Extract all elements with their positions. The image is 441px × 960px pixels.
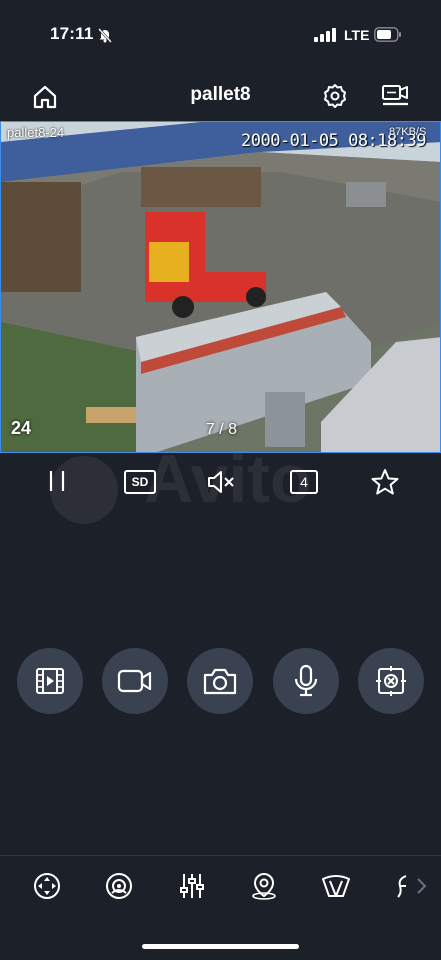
settings-icon[interactable] <box>322 83 348 109</box>
quality-sd-button[interactable]: SD <box>124 470 156 494</box>
split-screen-button[interactable]: 4 <box>290 470 318 494</box>
microphone-icon <box>294 664 318 697</box>
playback-controls: SD 4 <box>0 462 441 502</box>
bell-off-icon <box>98 28 112 43</box>
camera-list-icon[interactable] <box>381 83 411 109</box>
pause-icon[interactable] <box>46 468 68 494</box>
close-window-button[interactable] <box>358 648 424 714</box>
network-type: LTE <box>344 27 370 43</box>
live-video-view[interactable]: pallet8-24 2000-01-05 08:18:39 87KB/S 24… <box>0 121 441 453</box>
sliders-adjust-icon[interactable] <box>177 871 207 901</box>
chevron-right-icon[interactable] <box>414 876 428 896</box>
video-playback-icon <box>36 668 64 694</box>
page-title: pallet8 <box>190 84 251 105</box>
camera-feed-image <box>1 122 440 452</box>
status-time: 17:11 <box>50 24 94 43</box>
record-video-icon <box>117 669 152 693</box>
playback-button[interactable] <box>17 648 83 714</box>
camera-name-overlay: pallet8-24 <box>7 125 65 140</box>
record-button[interactable] <box>102 648 168 714</box>
ptz-toolbar <box>0 855 441 916</box>
cancel-frame-icon <box>376 666 406 696</box>
talk-button[interactable] <box>273 648 339 714</box>
home-indicator[interactable] <box>142 944 299 949</box>
bitrate-overlay: 87KB/S <box>389 126 427 138</box>
snapshot-camera-icon <box>203 668 237 695</box>
snapshot-button[interactable] <box>187 648 253 714</box>
page-indicator: 7 / 8 <box>205 421 238 438</box>
signal-strength-icon <box>314 28 336 42</box>
eye-view-icon[interactable] <box>104 871 134 901</box>
more-tool-icon[interactable] <box>394 871 408 901</box>
mute-icon[interactable] <box>206 468 236 496</box>
wiper-icon[interactable] <box>321 871 351 901</box>
ptz-direction-icon[interactable] <box>32 871 62 901</box>
location-target-icon[interactable] <box>249 871 279 901</box>
favorite-star-icon[interactable] <box>370 468 400 496</box>
nav-bar: pallet8 <box>0 76 441 116</box>
status-bar: 17:11 LTE <box>0 0 441 70</box>
battery-icon <box>374 27 401 42</box>
action-buttons-row <box>0 648 441 716</box>
